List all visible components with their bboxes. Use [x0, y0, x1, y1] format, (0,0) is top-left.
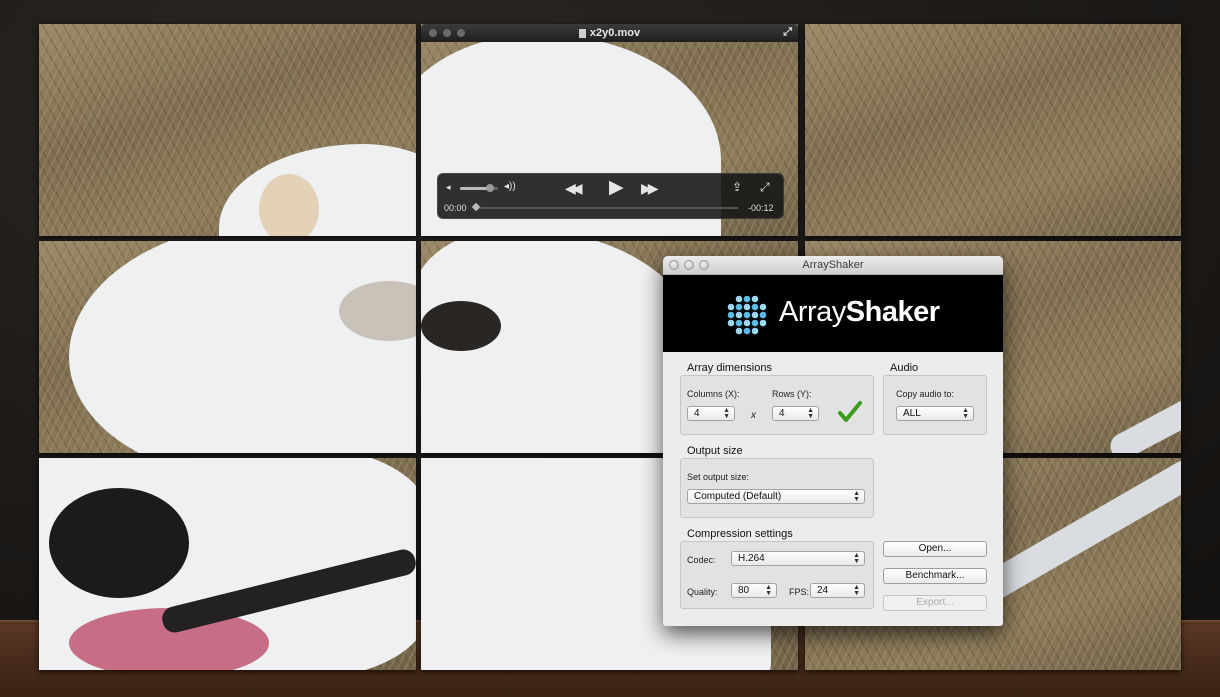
logo-dot [743, 327, 751, 335]
export-button: Export... [883, 595, 987, 611]
quality-stepper[interactable]: 80 ▲ ▼ [731, 583, 777, 598]
video-tile-r1c3 [805, 24, 1181, 236]
arrayshaker-titlebar[interactable]: ArrayShaker [663, 256, 1003, 275]
volume-low-icon[interactable]: ◂ [446, 183, 451, 192]
brand-wordmark: ArrayShaker [779, 296, 940, 328]
logo-dot [743, 303, 751, 311]
checkmark-icon [838, 401, 862, 422]
logo-dot [735, 319, 743, 327]
benchmark-button[interactable]: Benchmark... [883, 568, 987, 584]
zoom-window-dot[interactable] [457, 29, 465, 37]
logo-dot [751, 319, 759, 327]
volume-slider-knob[interactable] [486, 184, 495, 192]
codec-label: Codec: [687, 555, 716, 565]
select-arrows-icon: ▲ ▼ [853, 552, 860, 565]
rows-stepper[interactable]: 4 ▲ ▼ [772, 406, 819, 421]
minimize-button[interactable] [684, 260, 694, 270]
select-arrows-icon: ▲ ▼ [853, 490, 860, 503]
fast-forward-icon[interactable]: ▶▶ [641, 181, 658, 195]
playhead-icon[interactable] [471, 202, 481, 212]
file-icon [578, 28, 586, 38]
play-icon[interactable]: ▶ [609, 178, 624, 197]
stepper-arrows-icon: ▲ ▼ [765, 584, 772, 597]
minimize-window-dot[interactable] [443, 29, 451, 37]
logo-dot [727, 319, 735, 327]
audio-heading: Audio [890, 362, 919, 374]
share-icon[interactable]: ⇪ [732, 181, 742, 193]
audio-group: Copy audio to: ALL ▲ ▼ [883, 375, 987, 435]
logo-dot [735, 311, 743, 319]
logo-dot [735, 327, 743, 335]
quicktime-titlebar[interactable]: x2y0.mov ⤢ [421, 24, 798, 42]
time-remaining: -00:12 [748, 203, 774, 213]
logo-dot [743, 319, 751, 327]
brand-banner: ArrayShaker [663, 275, 1003, 352]
settings-panel: Array dimensions Columns (X): 4 ▲ ▼ x Row… [663, 352, 1003, 626]
compression-heading: Compression settings [687, 528, 793, 540]
logo-dot [727, 303, 735, 311]
window-title: ArrayShaker [802, 259, 864, 271]
quicktime-controls: ◂ ◂)) ◀◀ ▶ ▶▶ ⇪ ⤢ 00:00 -00:12 [437, 173, 784, 219]
open-button[interactable]: Open... [883, 541, 987, 557]
logo-dot [759, 319, 767, 327]
volume-high-icon[interactable]: ◂)) [504, 182, 516, 192]
zoom-button[interactable] [699, 260, 709, 270]
quality-label: Quality: [687, 587, 718, 597]
logo-dot [743, 295, 751, 303]
stepper-arrows-icon: ▲ ▼ [807, 407, 814, 420]
rewind-icon[interactable]: ◀◀ [565, 181, 582, 195]
fullscreen-icon[interactable]: ⤢ [783, 26, 792, 39]
logo-dot [759, 311, 767, 319]
video-tile-r1c1 [39, 24, 416, 236]
time-elapsed: 00:00 [444, 203, 467, 213]
rows-label: Rows (Y): [772, 389, 812, 399]
playback-scrubber[interactable] [471, 202, 738, 212]
columns-label: Columns (X): [687, 389, 740, 399]
stepper-arrows-icon: ▲ ▼ [723, 407, 730, 420]
logo-dot [759, 303, 767, 311]
logo-dot [751, 311, 759, 319]
logo-dot [751, 327, 759, 335]
logo-dot [727, 311, 735, 319]
compression-group: Codec: H.264 ▲ ▼ Quality: 80 ▲ ▼ FPS: 24 ▲… [680, 541, 874, 609]
array-dimensions-group: Columns (X): 4 ▲ ▼ x Rows (Y): 4 ▲ ▼ [680, 375, 874, 435]
set-output-size-label: Set output size: [687, 472, 750, 482]
video-tile-r2c1 [39, 241, 416, 453]
array-dimensions-heading: Array dimensions [687, 362, 772, 374]
logo-dot [743, 311, 751, 319]
times-symbol: x [751, 410, 756, 421]
columns-stepper[interactable]: 4 ▲ ▼ [687, 406, 735, 421]
quicktime-filename: x2y0.mov [589, 27, 641, 39]
close-window-dot[interactable] [429, 29, 437, 37]
logo-dot [735, 295, 743, 303]
close-button[interactable] [669, 260, 679, 270]
fps-stepper[interactable]: 24 ▲ ▼ [810, 583, 865, 598]
codec-select[interactable]: H.264 ▲ ▼ [731, 551, 865, 566]
output-size-group: Set output size: Computed (Default) ▲ ▼ [680, 458, 874, 518]
arrayshaker-window: ArrayShaker ArrayShaker Array dimensions… [663, 256, 1003, 626]
output-size-heading: Output size [687, 445, 743, 457]
logo-dot [751, 303, 759, 311]
fps-label: FPS: [789, 587, 810, 597]
copy-audio-label: Copy audio to: [896, 389, 955, 399]
stepper-arrows-icon: ▲ ▼ [853, 584, 860, 597]
copy-audio-select[interactable]: ALL ▲ ▼ [896, 406, 974, 421]
logo-dot [751, 295, 759, 303]
logo-dot [735, 303, 743, 311]
expand-icon[interactable]: ⤢ [760, 181, 770, 193]
select-arrows-icon: ▲ ▼ [962, 407, 969, 420]
output-size-select[interactable]: Computed (Default) ▲ ▼ [687, 489, 865, 504]
video-tile-r3c1 [39, 458, 416, 670]
arrayshaker-logo-icon [727, 295, 767, 335]
volume-slider[interactable] [460, 184, 498, 192]
